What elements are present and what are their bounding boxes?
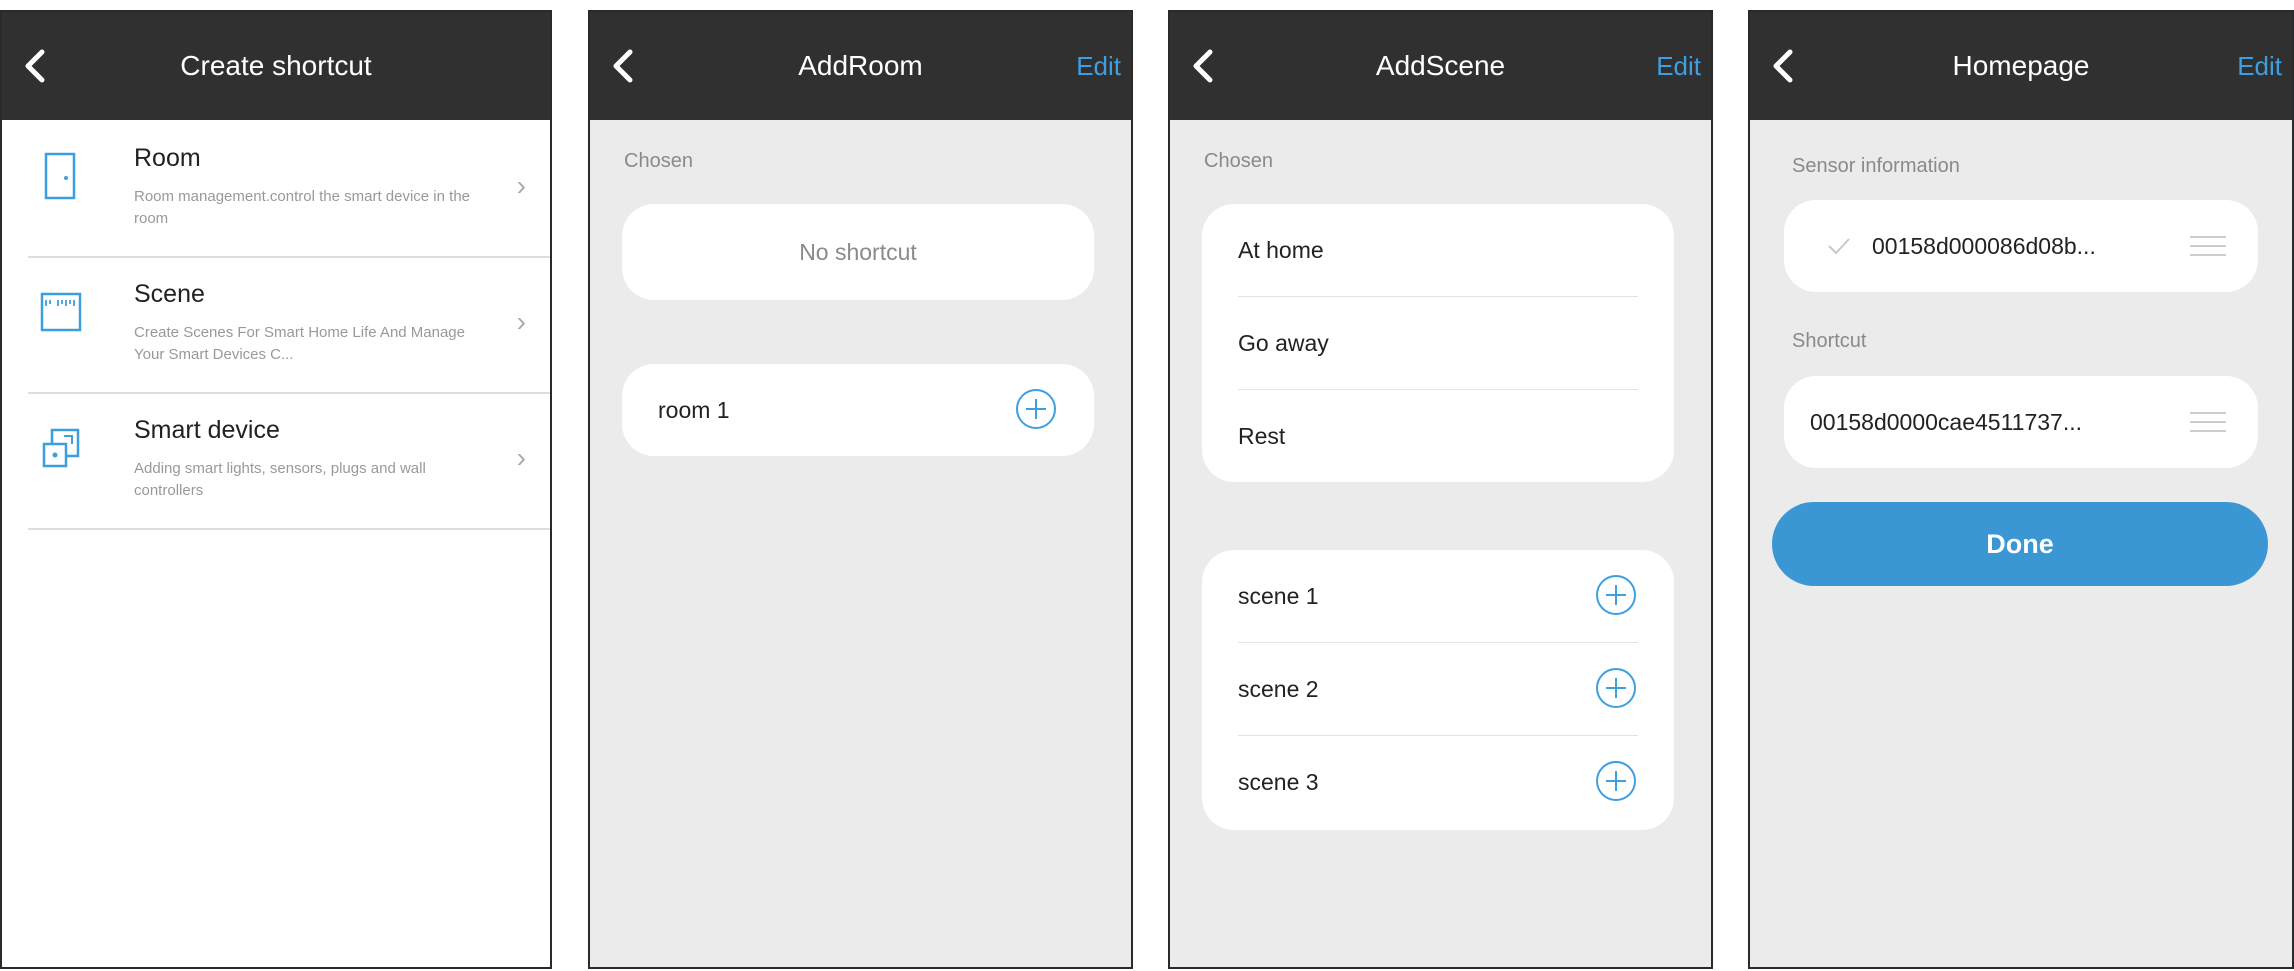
add-circle-icon[interactable] [1014,387,1058,431]
menu-item-description: Room management.control the smart device… [134,188,470,227]
navbar: Create shortcut [2,12,550,120]
navbar: Homepage Edit [1750,12,2292,120]
chosen-label: Chosen [624,150,693,172]
list-item: room 1 [658,364,1058,456]
scene-name: At home [1238,237,1324,263]
add-circle-icon[interactable] [1594,573,1638,617]
smart-device-icon [42,428,80,468]
add-room-screen: AddRoom Edit Chosen No shortcut room 1 [588,10,1133,969]
chevron-right-icon: › [516,306,526,337]
chosen-scenes-card: At home Go away Rest [1202,204,1674,482]
list-item[interactable]: Go away [1238,297,1638,390]
sensor-card[interactable]: 00158d000086d08b... [1784,200,2258,292]
menu-item-description: Create Scenes For Smart Home Life And Ma… [134,324,465,363]
room-list-card: room 1 [622,364,1094,456]
list-item: scene 3 [1238,736,1638,828]
scene-name: scene 2 [1238,676,1319,702]
menu-item-description: Adding smart lights, sensors, plugs and … [134,460,426,499]
list-item: scene 1 [1238,550,1638,643]
navbar: AddRoom Edit [590,12,1131,120]
add-circle-icon[interactable] [1594,759,1638,803]
drag-handle-icon[interactable] [2188,231,2228,261]
shortcut-id: 00158d0000cae4511737... [1810,409,2083,435]
menu-item-title: Smart device [134,416,280,444]
sensor-information-label: Sensor information [1792,155,1960,177]
create-shortcut-screen: Create shortcut Room Room management.con… [0,10,552,969]
shortcut-card[interactable]: 00158d0000cae4511737... [1784,376,2258,468]
edit-button[interactable]: Edit [2237,12,2282,120]
menu-item-smart-device[interactable]: Smart device Adding smart lights, sensor… [28,392,550,530]
menu-item-title: Scene [134,280,205,308]
list-item: scene 2 [1238,643,1638,736]
check-icon [1828,238,1850,255]
edit-button[interactable]: Edit [1656,12,1701,120]
homepage-screen: Homepage Edit Sensor information 00158d0… [1748,10,2294,969]
page-title: Homepage [1952,50,2090,81]
back-icon[interactable] [1756,38,1812,94]
menu-item-scene[interactable]: Scene Create Scenes For Smart Home Life … [28,256,550,394]
chosen-label: Chosen [1204,150,1273,172]
back-icon[interactable] [8,38,64,94]
back-icon[interactable] [596,38,652,94]
door-icon [44,152,76,200]
sensor-id: 00158d000086d08b... [1872,233,2096,259]
scene-name: scene 3 [1238,769,1319,795]
menu-item-title: Room [134,144,201,172]
edit-button[interactable]: Edit [1076,12,1121,120]
scene-icon [40,292,82,332]
page-title: AddScene [1375,50,1506,81]
chevron-right-icon: › [516,442,526,473]
add-circle-icon[interactable] [1594,666,1638,710]
navbar: AddScene Edit [1170,12,1711,120]
page-title: AddRoom [798,50,923,81]
list-item[interactable]: At home [1238,204,1638,297]
done-button[interactable]: Done [1772,502,2268,586]
scene-name: Go away [1238,330,1329,356]
add-scene-screen: AddScene Edit Chosen At home Go away Res… [1168,10,1713,969]
scene-list-card: scene 1 scene 2 scene 3 [1202,550,1674,830]
shortcut-label: Shortcut [1792,330,1867,352]
back-icon[interactable] [1176,38,1232,94]
page-title: Create shortcut [180,50,372,81]
chosen-empty-card: No shortcut [622,204,1094,300]
drag-handle-icon[interactable] [2188,407,2228,437]
chevron-right-icon: › [516,170,526,201]
room-name: room 1 [658,397,730,423]
menu-item-room[interactable]: Room Room management.control the smart d… [28,120,550,258]
scene-name: Rest [1238,423,1286,449]
scene-name: scene 1 [1238,583,1319,609]
empty-state-text: No shortcut [799,239,917,265]
list-item[interactable]: Rest [1238,390,1638,482]
